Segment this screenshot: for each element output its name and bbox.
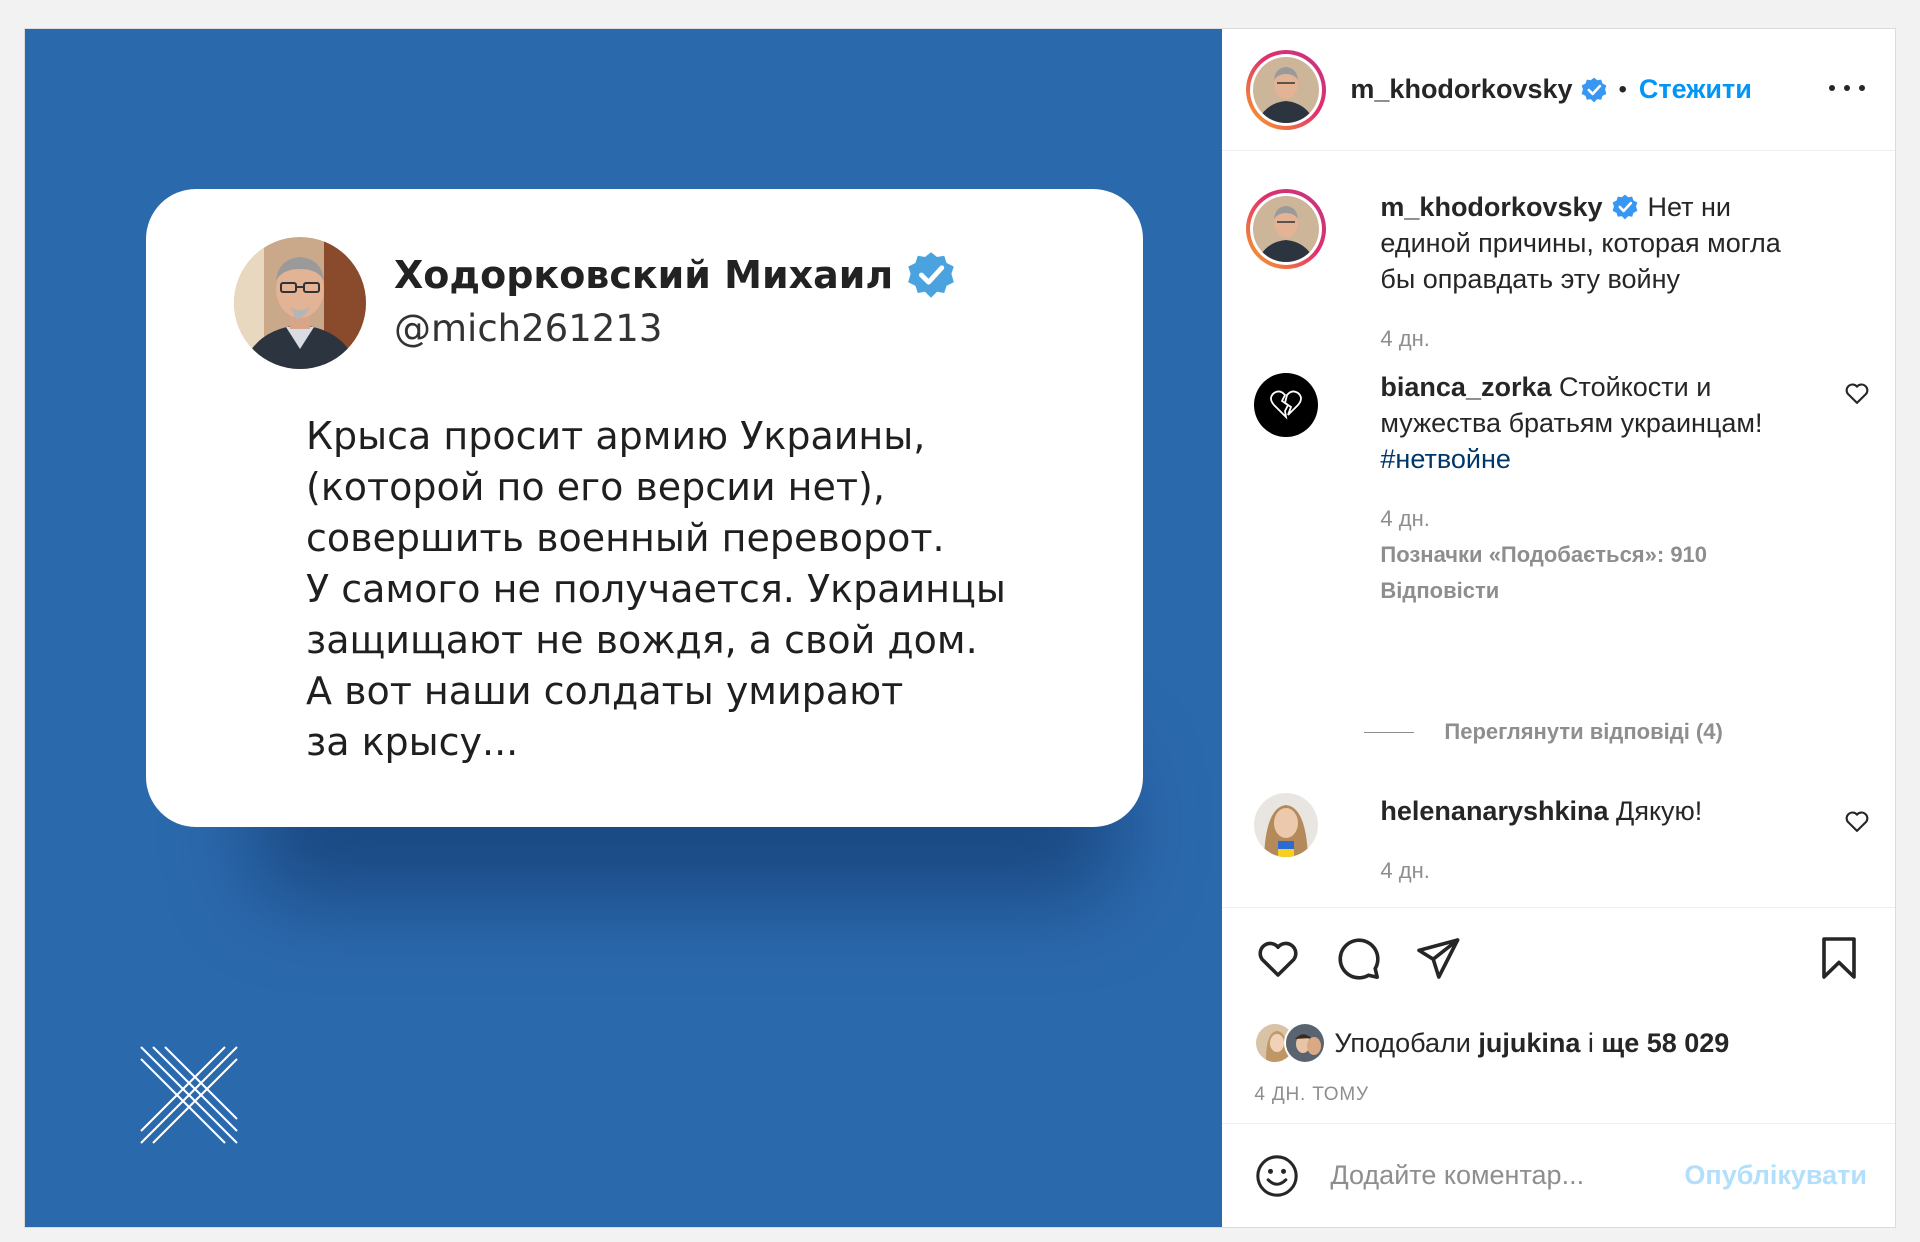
crossed-lines-logo-icon [140, 1046, 238, 1144]
caption: m_khodorkovsky Нет ни единой причины, ко… [1246, 189, 1871, 359]
caption-time[interactable]: 4 дн. [1380, 321, 1821, 357]
verified-badge-icon [1612, 194, 1638, 220]
post-modal: Ходорковский Михаил @mich261213 Крыса пр… [24, 28, 1896, 1228]
emoji-smiley-icon[interactable] [1254, 1153, 1300, 1199]
comment-item: bianca_zorka Стойкости и мужества братья… [1246, 369, 1871, 649]
comment-body: helenanaryshkina Дякую! 4 дн. [1380, 793, 1821, 889]
comment-likes[interactable]: Позначки «Подобається»: 910 [1380, 537, 1821, 573]
broken-heart-avatar-icon [1270, 390, 1303, 420]
publish-button[interactable]: Опублікувати [1684, 1160, 1867, 1191]
author-avatar[interactable] [1246, 49, 1327, 130]
comment-username[interactable]: helenanaryshkina [1380, 796, 1608, 826]
comments-list[interactable]: m_khodorkovsky Нет ни единой причины, ко… [1222, 151, 1895, 907]
comment-time[interactable]: 4 дн. [1380, 853, 1821, 889]
post-time-ago[interactable]: 4 ДН. ТОМУ [1254, 1084, 1368, 1106]
comment-like-heart-icon[interactable] [1843, 807, 1871, 835]
tweet-text: Крыса просит армию Украины, (которой по … [306, 411, 1106, 768]
comment-input[interactable] [1330, 1160, 1685, 1191]
add-comment-bar: Опублікувати [1222, 1123, 1895, 1227]
post-actions: Уподобали jujukina і ще 58 029 4 ДН. ТОМ… [1222, 907, 1895, 1123]
tweet-name-row: Ходорковский Михаил [394, 251, 955, 299]
comment-username[interactable]: bianca_zorka [1380, 372, 1551, 402]
comment-avatar[interactable] [1254, 793, 1319, 857]
comment-body: bianca_zorka Стойкости и мужества братья… [1380, 369, 1821, 609]
view-replies-line [1364, 731, 1415, 733]
post-image[interactable]: Ходорковский Михаил @mich261213 Крыса пр… [25, 29, 1223, 1227]
likes-count[interactable]: ще 58 029 [1601, 1028, 1729, 1059]
comment-item: helenanaryshkina Дякую! 4 дн. [1246, 793, 1871, 903]
view-replies-button[interactable]: Переглянути відповіді (4) [1364, 719, 1723, 745]
liker-avatars [1254, 1022, 1328, 1064]
comment-avatar[interactable] [1254, 373, 1319, 437]
tweet-author-name: Ходорковский Михаил [394, 253, 894, 297]
tweet-card: Ходорковский Михаил @mich261213 Крыса пр… [146, 189, 1143, 827]
share-paper-plane-icon[interactable] [1414, 934, 1462, 982]
liker-avatar [1284, 1022, 1327, 1064]
comment-like-heart-icon[interactable] [1843, 379, 1871, 407]
post-sidebar: m_khodorkovsky • Стежити m_khodorkovsky … [1222, 29, 1895, 1227]
tweet-text-line: совершить военный переворот. [306, 516, 945, 560]
like-heart-icon[interactable] [1254, 934, 1302, 982]
likes-prefix: Уподобали [1334, 1027, 1471, 1058]
tweet-text-line: за крысу... [306, 720, 519, 764]
likes-summary[interactable]: Уподобали jujukina і ще 58 029 [1254, 1022, 1729, 1064]
comment-bubble-icon[interactable] [1334, 934, 1382, 982]
post-header: m_khodorkovsky • Стежити [1222, 29, 1895, 151]
more-horizontal-icon[interactable] [1829, 73, 1865, 103]
comment-text: Дякую! [1616, 796, 1703, 826]
comment-time[interactable]: 4 дн. [1380, 501, 1821, 537]
tweet-text-line: Крыса просит армию Украины, [306, 414, 926, 458]
verified-badge-icon [908, 252, 955, 298]
tweet-text-line: (которой по его версии нет), [306, 465, 885, 509]
header-username[interactable]: m_khodorkovsky [1350, 74, 1572, 105]
tweet-text-line: У самого не получается. Украинцы [306, 567, 1006, 611]
verified-badge-icon [1581, 77, 1606, 102]
comment-hashtag[interactable]: #нетвойне [1380, 444, 1510, 474]
follow-button[interactable]: Стежити [1639, 74, 1752, 105]
caption-username[interactable]: m_khodorkovsky [1380, 192, 1602, 222]
caption-body: m_khodorkovsky Нет ни единой причины, ко… [1380, 189, 1821, 357]
tweet-text-line: А вот наши солдаты умирают [306, 669, 904, 713]
tweet-text-line: защищают не вождя, а свой дом. [306, 618, 978, 662]
header-separator: • [1618, 75, 1627, 103]
caption-avatar[interactable] [1246, 189, 1327, 269]
tweet-handle: @mich261213 [394, 307, 663, 350]
save-bookmark-icon[interactable] [1815, 934, 1863, 982]
view-replies-label: Переглянути відповіді (4) [1444, 719, 1723, 744]
reply-button[interactable]: Відповісти [1380, 573, 1821, 609]
tweet-avatar [234, 237, 366, 369]
likes-user[interactable]: jujukina [1478, 1028, 1580, 1059]
likes-connector: і [1587, 1027, 1594, 1058]
